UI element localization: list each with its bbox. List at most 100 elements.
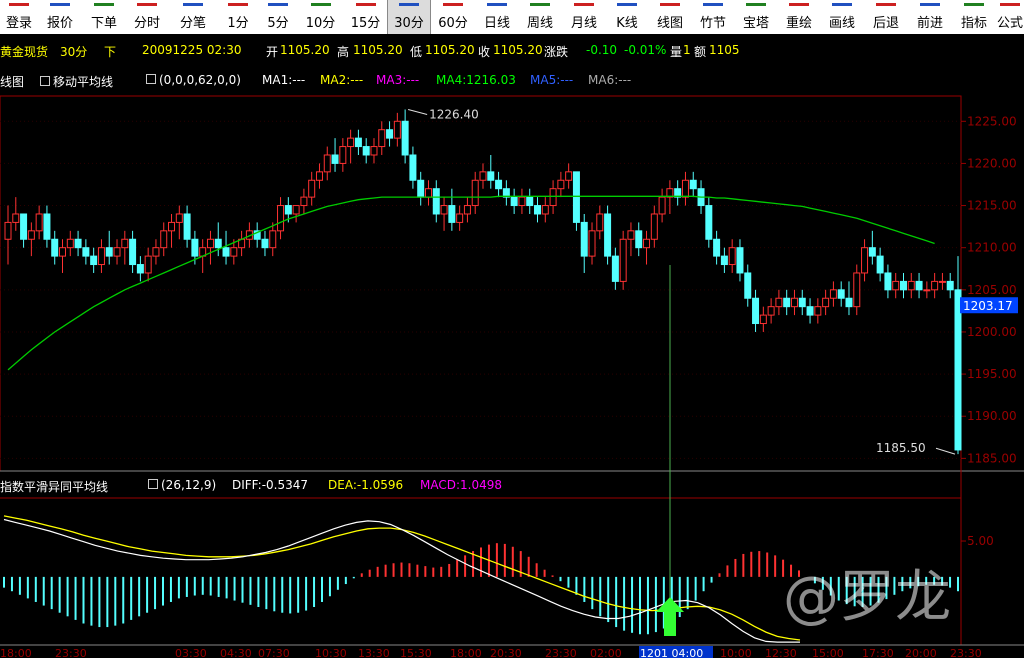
candle-body <box>222 247 230 257</box>
candle-body <box>269 230 277 249</box>
candle-body <box>113 247 121 257</box>
candle-body <box>129 238 137 266</box>
time-axis-label: 15:30 <box>400 647 432 658</box>
time-axis-label: 03:30 <box>175 647 207 658</box>
candle-body <box>954 289 962 451</box>
max-marker-line <box>408 108 428 116</box>
candle-body <box>728 247 736 266</box>
candle-body <box>931 280 939 291</box>
candle-body <box>479 171 487 181</box>
candle-body <box>604 213 612 257</box>
time-axis-label: 10:30 <box>315 647 347 658</box>
candle-body <box>168 221 176 232</box>
time-axis-label: 07:30 <box>258 647 290 658</box>
candle-body <box>214 238 222 249</box>
candle-body <box>572 171 580 223</box>
candle-body <box>362 146 370 156</box>
y-tick-label: 1195.00 <box>967 367 1017 381</box>
candle-body <box>424 188 432 198</box>
candle-body <box>767 306 775 316</box>
candle-body <box>284 205 292 215</box>
candle-body <box>175 213 183 223</box>
candle-body <box>432 188 440 215</box>
candle-body <box>938 280 946 283</box>
candle-body <box>643 238 651 249</box>
y-tick-label: 1205.00 <box>967 283 1017 297</box>
min-marker-label: 1185.50 <box>876 441 926 455</box>
candle-body <box>27 230 35 240</box>
candle-body <box>549 188 557 207</box>
candle-body <box>261 238 269 249</box>
price-pane-frame <box>0 95 962 472</box>
candle-body <box>456 213 464 223</box>
min-marker-line <box>935 447 956 455</box>
candle-body <box>105 247 113 257</box>
candle-body <box>66 238 74 249</box>
candle-body <box>907 280 915 291</box>
candle-body <box>892 280 900 291</box>
candle-body <box>923 289 931 292</box>
time-axis-label: 10:00 <box>720 647 752 658</box>
candle-body <box>837 289 845 299</box>
time-axis-label: 20:30 <box>490 647 522 658</box>
candle-body <box>518 196 526 207</box>
candle-body <box>650 213 658 240</box>
candle-body <box>565 171 573 181</box>
time-axis-label: 13:30 <box>358 647 390 658</box>
candle-body <box>884 272 892 291</box>
candle-body <box>611 255 619 282</box>
macd-y-tick-label: 5.00 <box>967 534 994 548</box>
candle-body <box>713 238 721 257</box>
candle-body <box>144 255 152 274</box>
candle-body <box>370 146 378 156</box>
candle-body <box>339 146 347 164</box>
candle-body <box>471 179 479 207</box>
y-tick-label: 1220.00 <box>967 156 1017 170</box>
candle-body <box>861 247 869 274</box>
candle-body <box>121 238 129 249</box>
candle-body <box>401 120 409 156</box>
time-axis-label: 23:30 <box>545 647 577 658</box>
candle-body <box>752 297 760 325</box>
candle-body <box>814 306 822 316</box>
watermark: @罗龙 <box>783 565 951 630</box>
candle-body <box>759 314 767 325</box>
candle-body <box>463 205 471 215</box>
candle-body <box>526 196 534 207</box>
candle-body <box>946 280 954 291</box>
candle-body <box>152 247 160 257</box>
time-axis-label: 23:30 <box>950 647 982 658</box>
candle-body <box>300 196 308 207</box>
candle-body <box>191 238 199 257</box>
candle-body <box>845 297 853 308</box>
candle-body <box>308 179 316 198</box>
candle-body <box>43 213 51 240</box>
candle-body <box>705 205 713 240</box>
candle-body <box>393 120 401 139</box>
candle-body <box>74 238 82 249</box>
candle-body <box>736 247 744 274</box>
time-axis-label: 18:00 <box>0 647 32 658</box>
candle-body <box>806 306 814 316</box>
candle-body <box>689 179 697 190</box>
candle-body <box>331 154 339 164</box>
candle-body <box>783 297 791 308</box>
candle-body <box>790 297 798 308</box>
candle-body <box>51 238 59 257</box>
candle-body <box>557 179 565 190</box>
candle-body <box>315 171 323 181</box>
candle-body <box>90 255 98 266</box>
candle-body <box>35 213 43 232</box>
candle-body <box>775 297 783 308</box>
candle-body <box>541 205 549 215</box>
candle-body <box>627 230 635 240</box>
candle-body <box>534 205 542 215</box>
y-tick-label: 1215.00 <box>967 199 1017 213</box>
candle-body <box>635 230 643 249</box>
candle-body <box>277 205 285 232</box>
candle-body <box>876 255 884 274</box>
candle-body <box>183 213 191 240</box>
candle-body <box>82 247 90 257</box>
candle-body <box>378 129 386 148</box>
candle-body <box>681 179 689 198</box>
